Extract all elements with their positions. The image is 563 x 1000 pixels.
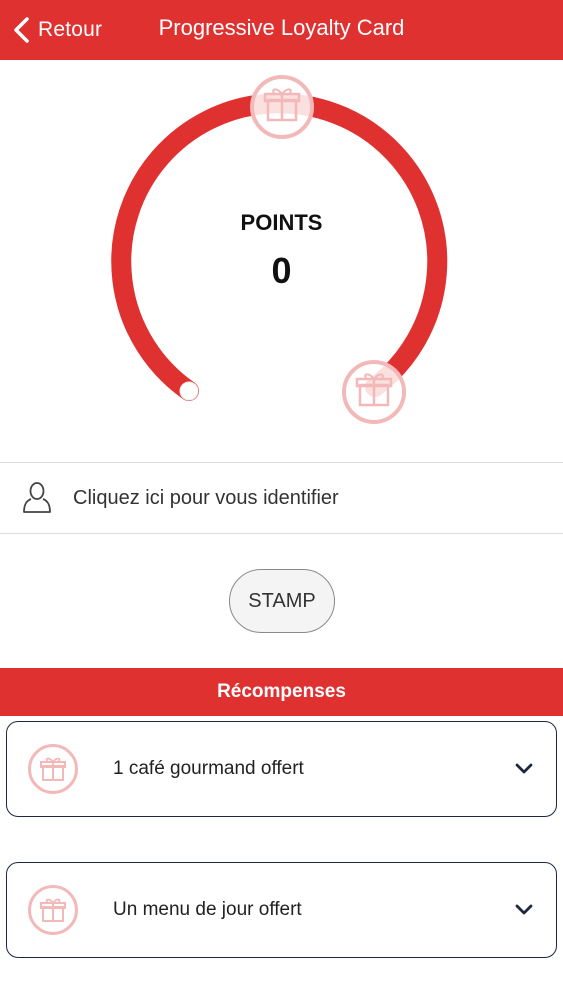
gift-icon (250, 75, 314, 139)
identify-text: Cliquez ici pour vous identifier (73, 486, 339, 509)
back-label: Retour (38, 18, 103, 41)
gift-icon (342, 360, 406, 424)
back-button[interactable]: Retour (12, 12, 102, 48)
identify-row[interactable]: Cliquez ici pour vous identifier (0, 462, 563, 534)
reward-label: 1 café gourmand offert (113, 758, 304, 779)
progress-knob (179, 381, 199, 401)
chevron-left-icon (12, 12, 36, 48)
reward-label: Un menu de jour offert (113, 899, 302, 920)
stamp-button[interactable]: STAMP (229, 569, 335, 633)
points-value: 0 (271, 250, 292, 291)
gift-icon (28, 744, 78, 794)
rewards-header: Récompenses (0, 668, 563, 716)
page-title: Progressive Loyalty Card (158, 15, 405, 40)
points-label: POINTS (240, 210, 323, 235)
reward-item[interactable]: 1 café gourmand offert (6, 721, 557, 817)
chevron-down-icon[interactable] (512, 898, 536, 922)
nav-bar: Retour Progressive Loyalty Card (0, 0, 563, 60)
gift-icon (28, 885, 78, 935)
points-gauge: POINTS 0 (0, 60, 563, 460)
gauge-arc (111, 93, 448, 401)
person-icon (22, 481, 52, 515)
chevron-down-icon[interactable] (512, 757, 536, 781)
reward-item[interactable]: Un menu de jour offert (6, 862, 557, 958)
